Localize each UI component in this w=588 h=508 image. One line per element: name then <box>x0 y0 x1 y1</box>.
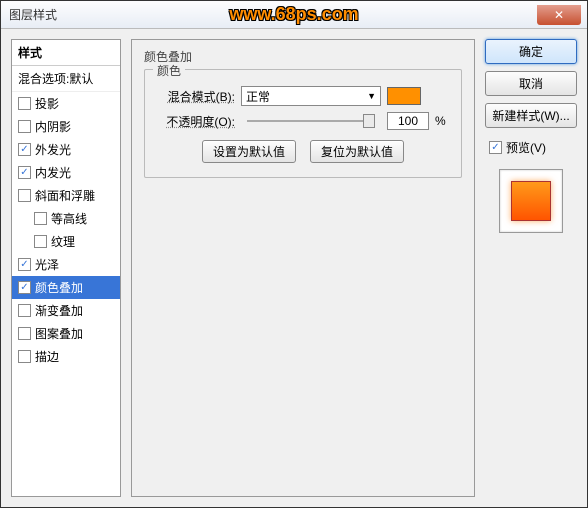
style-item-6[interactable]: 纹理 <box>12 230 120 253</box>
close-button[interactable]: ✕ <box>537 5 581 25</box>
style-item-3[interactable]: 内发光 <box>12 161 120 184</box>
style-item-2[interactable]: 外发光 <box>12 138 120 161</box>
dialog-body: 样式 混合选项:默认 投影内阴影外发光内发光斜面和浮雕等高线纹理光泽颜色叠加渐变… <box>1 29 587 507</box>
slider-thumb[interactable] <box>363 114 375 128</box>
window-title: 图层样式 <box>1 6 57 23</box>
style-label: 外发光 <box>35 141 71 158</box>
style-item-11[interactable]: 描边 <box>12 345 120 368</box>
cancel-button[interactable]: 取消 <box>485 71 577 96</box>
titlebar[interactable]: 图层样式 www.68ps.com ✕ <box>1 1 587 29</box>
opacity-row: 不透明度(O): 100 % <box>157 112 449 130</box>
preview-swatch <box>511 181 551 221</box>
preview-row[interactable]: 预览(V) <box>485 139 577 156</box>
blend-mode-row: 混合模式(B): 正常 ▼ <box>157 86 449 106</box>
style-item-0[interactable]: 投影 <box>12 92 120 115</box>
style-label: 颜色叠加 <box>35 279 83 296</box>
style-checkbox[interactable] <box>34 235 47 248</box>
styles-list: 样式 混合选项:默认 投影内阴影外发光内发光斜面和浮雕等高线纹理光泽颜色叠加渐变… <box>11 39 121 497</box>
style-item-7[interactable]: 光泽 <box>12 253 120 276</box>
style-item-4[interactable]: 斜面和浮雕 <box>12 184 120 207</box>
panel-title: 颜色叠加 <box>144 48 462 65</box>
watermark: www.68ps.com <box>229 4 358 25</box>
style-label: 渐变叠加 <box>35 302 83 319</box>
style-checkbox[interactable] <box>18 258 31 271</box>
color-group: 颜色 混合模式(B): 正常 ▼ 不透明度(O): 100 % <box>144 69 462 178</box>
style-checkbox[interactable] <box>18 166 31 179</box>
blending-options-default[interactable]: 混合选项:默认 <box>12 66 120 92</box>
blend-mode-value: 正常 <box>246 88 270 105</box>
style-checkbox[interactable] <box>18 143 31 156</box>
style-label: 内发光 <box>35 164 71 181</box>
opacity-unit: % <box>435 114 449 128</box>
style-label: 内阴影 <box>35 118 71 135</box>
new-style-button[interactable]: 新建样式(W)... <box>485 103 577 128</box>
preview-label: 预览(V) <box>506 139 546 156</box>
style-item-5[interactable]: 等高线 <box>12 207 120 230</box>
reset-default-button[interactable]: 复位为默认值 <box>310 140 404 163</box>
style-item-8[interactable]: 颜色叠加 <box>12 276 120 299</box>
styles-header[interactable]: 样式 <box>12 40 120 66</box>
style-checkbox[interactable] <box>18 120 31 133</box>
style-checkbox[interactable] <box>34 212 47 225</box>
opacity-slider[interactable] <box>247 120 375 122</box>
opacity-label: 不透明度(O): <box>157 113 235 130</box>
right-button-column: 确定 取消 新建样式(W)... 预览(V) <box>485 39 577 497</box>
style-item-10[interactable]: 图案叠加 <box>12 322 120 345</box>
style-label: 描边 <box>35 348 59 365</box>
style-label: 纹理 <box>51 233 75 250</box>
color-swatch[interactable] <box>387 87 421 105</box>
settings-panel: 颜色叠加 颜色 混合模式(B): 正常 ▼ 不透明度(O): 100 <box>131 39 475 497</box>
style-item-9[interactable]: 渐变叠加 <box>12 299 120 322</box>
layer-style-dialog: 图层样式 www.68ps.com ✕ 样式 混合选项:默认 投影内阴影外发光内… <box>0 0 588 508</box>
blend-mode-label: 混合模式(B): <box>157 88 235 105</box>
style-label: 图案叠加 <box>35 325 83 342</box>
preview-box <box>499 169 563 233</box>
ok-button[interactable]: 确定 <box>485 39 577 64</box>
style-checkbox[interactable] <box>18 304 31 317</box>
default-buttons-row: 设置为默认值 复位为默认值 <box>157 140 449 163</box>
style-label: 光泽 <box>35 256 59 273</box>
style-label: 等高线 <box>51 210 87 227</box>
style-label: 投影 <box>35 95 59 112</box>
chevron-down-icon: ▼ <box>367 91 376 101</box>
set-default-button[interactable]: 设置为默认值 <box>202 140 296 163</box>
close-icon: ✕ <box>554 8 564 22</box>
style-checkbox[interactable] <box>18 281 31 294</box>
opacity-input[interactable]: 100 <box>387 112 429 130</box>
style-checkbox[interactable] <box>18 189 31 202</box>
style-item-1[interactable]: 内阴影 <box>12 115 120 138</box>
blend-mode-select[interactable]: 正常 ▼ <box>241 86 381 106</box>
style-checkbox[interactable] <box>18 350 31 363</box>
preview-checkbox[interactable] <box>489 141 502 154</box>
style-checkbox[interactable] <box>18 327 31 340</box>
style-label: 斜面和浮雕 <box>35 187 95 204</box>
style-checkbox[interactable] <box>18 97 31 110</box>
group-legend: 颜色 <box>153 62 185 79</box>
